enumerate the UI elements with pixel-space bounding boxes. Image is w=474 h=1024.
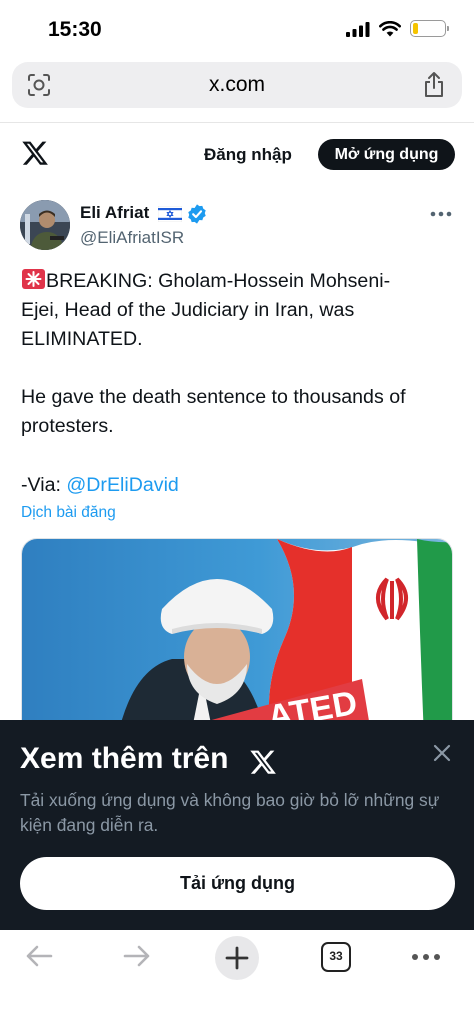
browser-toolbar: 33: [0, 930, 474, 1024]
tweet-text: BREAKING: Gholam-Hossein Mohseni-: [46, 270, 391, 292]
tweet-text-line-5: protesters.: [21, 415, 114, 437]
tweet-text-line-2: Ejei, Head of the Judiciary in Iran, was: [21, 299, 355, 321]
x-logo-icon[interactable]: [22, 140, 48, 166]
tweet-via-line: -Via: @DrEliDavid: [21, 471, 461, 500]
download-app-button[interactable]: Tải ứng dụng: [20, 857, 455, 910]
cellular-signal-icon: [346, 21, 370, 37]
url-bar[interactable]: x.com: [12, 62, 462, 108]
login-link[interactable]: Đăng nhập: [204, 145, 292, 165]
verified-badge-icon: [188, 204, 206, 224]
new-tab-button[interactable]: [215, 936, 259, 980]
back-arrow-icon[interactable]: [24, 944, 54, 968]
status-icons: [346, 20, 449, 37]
tweet-text-line-4: He gave the death sentence to thousands …: [21, 386, 406, 408]
israel-flag-icon: [158, 206, 182, 222]
translate-post-link[interactable]: Dịch bài đăng: [21, 504, 116, 522]
author-handle[interactable]: @EliAfriatISR: [80, 228, 184, 248]
tab-count-button[interactable]: 33: [321, 942, 351, 972]
plus-icon: [225, 946, 249, 970]
avatar-image: [20, 200, 70, 250]
battery-level-fill: [413, 23, 419, 34]
via-prefix: -Via:: [21, 474, 67, 496]
avatar[interactable]: [20, 200, 70, 250]
author-name[interactable]: Eli Afriat: [80, 203, 149, 223]
media-photo: ATED: [22, 539, 452, 737]
mention-link[interactable]: @DrEliDavid: [66, 474, 178, 496]
more-options-icon[interactable]: [430, 210, 452, 218]
sheet-title: Xem thêm trên: [20, 742, 229, 775]
forward-arrow-icon[interactable]: [122, 944, 152, 968]
tweet-text-line-1: BREAKING: Gholam-Hossein Mohseni-: [21, 267, 461, 296]
wifi-icon: [379, 20, 401, 36]
siren-emoji-icon: [22, 269, 45, 289]
battery-icon: [410, 20, 449, 37]
sheet-description: Tải xuống ứng dụng và không bao giờ bỏ l…: [20, 790, 440, 835]
tweet-text-line-3: ELIMINATED.: [21, 328, 143, 350]
open-app-button[interactable]: Mở ứng dụng: [318, 139, 455, 170]
share-icon[interactable]: [422, 71, 446, 99]
tweet-media-image[interactable]: ATED: [21, 538, 453, 738]
status-time: 15:30: [48, 18, 102, 41]
x-logo-icon: [250, 750, 276, 774]
divider: [0, 122, 474, 123]
status-bar: 15:30: [0, 0, 474, 60]
signup-prompt-sheet: Xem thêm trên Tải xuống ứng dụng và khôn…: [0, 720, 474, 930]
more-menu-icon[interactable]: [411, 953, 441, 961]
url-text[interactable]: x.com: [12, 73, 462, 97]
close-icon[interactable]: [432, 743, 452, 763]
